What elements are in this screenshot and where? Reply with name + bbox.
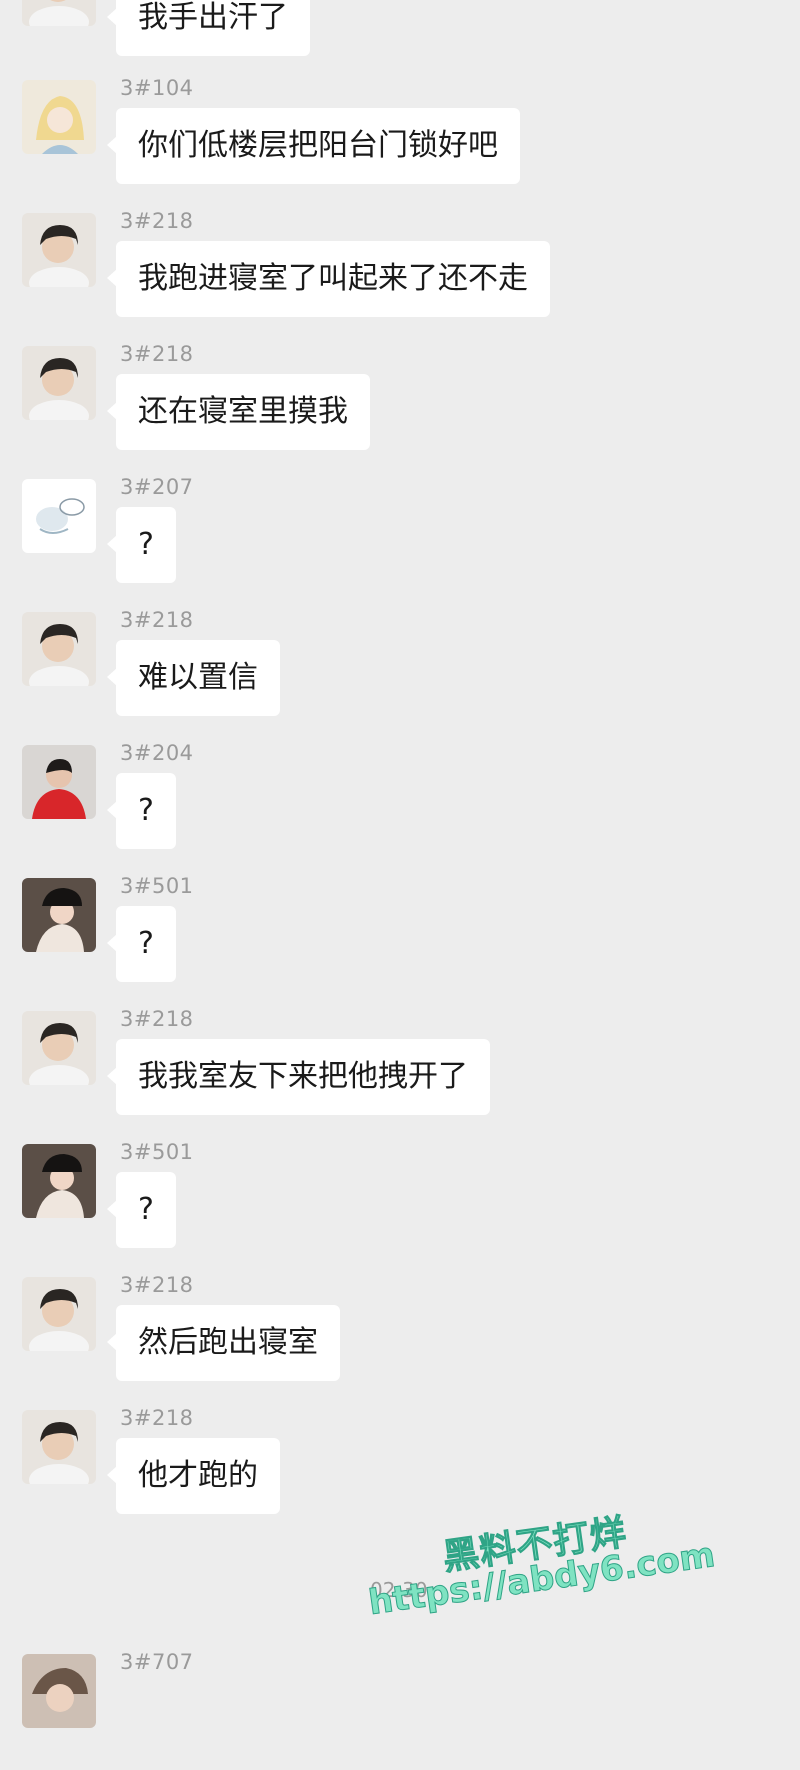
- chat-message: 3#207 ?: [0, 475, 800, 595]
- avatar-218-image: [22, 1277, 96, 1351]
- avatar[interactable]: [22, 80, 96, 154]
- avatar-218-image: [22, 612, 96, 686]
- avatar[interactable]: [22, 1410, 96, 1484]
- avatar[interactable]: [22, 479, 96, 553]
- chat-message: 3#218 难以置信: [0, 608, 800, 728]
- message-bubble[interactable]: 难以置信: [107, 640, 280, 716]
- message-bubble[interactable]: 然后跑出寝室: [107, 1305, 340, 1381]
- avatar-218-image: [22, 346, 96, 420]
- avatar[interactable]: [22, 213, 96, 287]
- avatar[interactable]: [22, 346, 96, 420]
- message-bubble[interactable]: 我跑进寝室了叫起来了还不走: [107, 241, 550, 317]
- avatar-218-image: [22, 213, 96, 287]
- sender-label: 3#207: [120, 475, 194, 499]
- sender-label: 3#218: [120, 342, 194, 366]
- sender-label: 3#501: [120, 1140, 194, 1164]
- chat-message: 3#204 ?: [0, 741, 800, 861]
- avatar-218-image: [22, 1011, 96, 1085]
- message-bubble[interactable]: 我手出汗了: [107, 0, 310, 56]
- sender-label: 3#218: [120, 1406, 194, 1430]
- chat-message: 3#218 还在寝室里摸我: [0, 342, 800, 462]
- sender-label: 3#707: [120, 1650, 194, 1674]
- message-bubble[interactable]: 他才跑的: [107, 1438, 280, 1514]
- chat-message: 3#707: [0, 1650, 800, 1770]
- message-bubble[interactable]: 还在寝室里摸我: [107, 374, 370, 450]
- sender-label: 3#104: [120, 76, 194, 100]
- avatar-hat-image: [22, 878, 96, 952]
- sender-label: 3#218: [120, 1273, 194, 1297]
- avatar-anime-image: [22, 80, 96, 154]
- message-bubble[interactable]: 你们低楼层把阳台门锁好吧: [107, 108, 520, 184]
- avatar[interactable]: [22, 1011, 96, 1085]
- chat-message: 3#218 他才跑的: [0, 1406, 800, 1526]
- sender-label: 3#204: [120, 741, 194, 765]
- avatar-218-image: [22, 1410, 96, 1484]
- avatar-218-image: [22, 0, 96, 26]
- sender-label: 3#218: [120, 209, 194, 233]
- avatar-hat-image: [22, 1144, 96, 1218]
- chat-message: 3#501 ?: [0, 874, 800, 994]
- avatar[interactable]: [22, 1277, 96, 1351]
- message-bubble[interactable]: ?: [107, 906, 176, 982]
- message-bubble[interactable]: ?: [107, 1172, 176, 1248]
- avatar-sketch-image: [22, 479, 96, 553]
- chat-message: 我手出汗了: [0, 0, 800, 68]
- chat-message: 3#218 然后跑出寝室: [0, 1273, 800, 1393]
- avatar-partial-image: [22, 1654, 96, 1728]
- avatar[interactable]: [22, 878, 96, 952]
- message-timestamp: 02:30: [370, 1578, 428, 1602]
- avatar[interactable]: [22, 745, 96, 819]
- sender-label: 3#218: [120, 608, 194, 632]
- message-bubble[interactable]: ?: [107, 773, 176, 849]
- avatar-red-image: [22, 745, 96, 819]
- avatar[interactable]: [22, 612, 96, 686]
- avatar[interactable]: [22, 1654, 96, 1728]
- chat-message: 3#501 ?: [0, 1140, 800, 1260]
- avatar[interactable]: [22, 1144, 96, 1218]
- chat-message-list[interactable]: 我手出汗了 3#104 你们低楼层把阳台门锁好吧 3#218 我跑进寝室了叫起来…: [0, 0, 800, 1728]
- chat-message: 3#218 我我室友下来把他拽开了: [0, 1007, 800, 1127]
- chat-message: 3#104 你们低楼层把阳台门锁好吧: [0, 76, 800, 196]
- message-bubble[interactable]: ?: [107, 507, 176, 583]
- chat-message: 3#218 我跑进寝室了叫起来了还不走: [0, 209, 800, 329]
- sender-label: 3#218: [120, 1007, 194, 1031]
- message-bubble[interactable]: 我我室友下来把他拽开了: [107, 1039, 490, 1115]
- avatar[interactable]: [22, 0, 96, 26]
- sender-label: 3#501: [120, 874, 194, 898]
